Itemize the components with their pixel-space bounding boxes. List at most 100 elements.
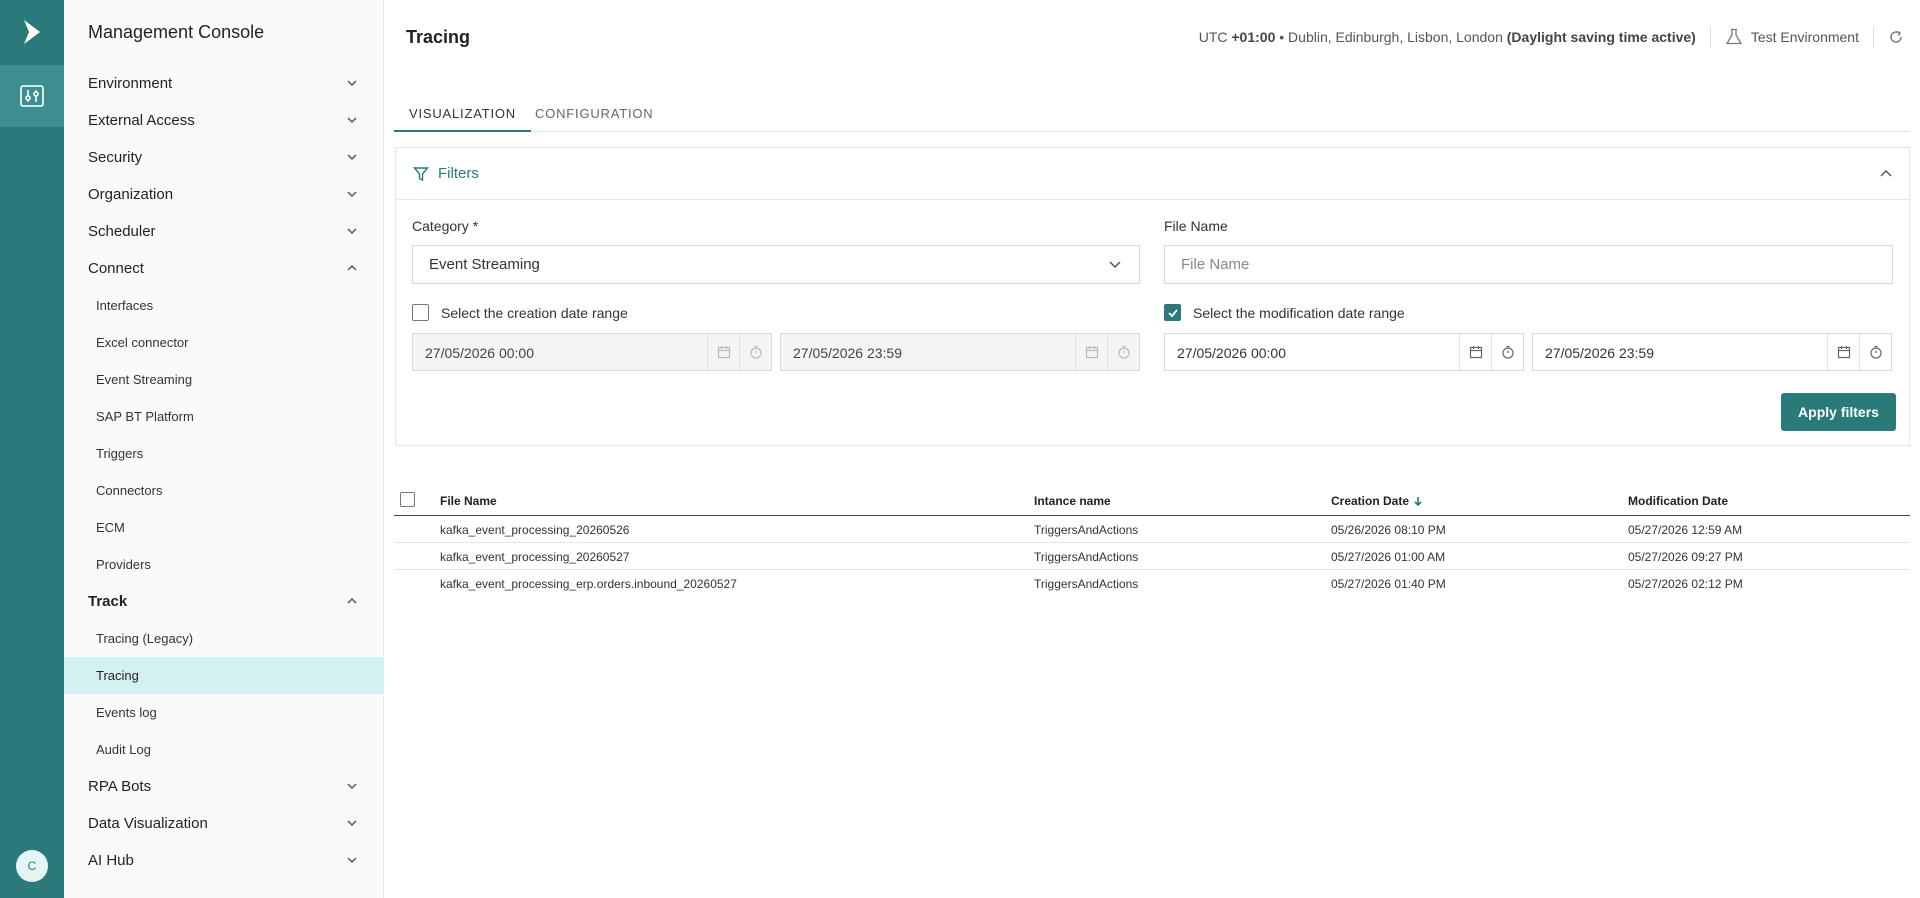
sidebar-item-label: Security: [88, 149, 143, 166]
header-status: UTC +01:00 • Dublin, Edinburgh, Lisbon, …: [1199, 25, 1904, 49]
sidebar-item-data-visualization[interactable]: Data Visualization: [64, 805, 384, 842]
modification-from-field[interactable]: 27/05/2026 00:00: [1164, 333, 1524, 371]
sidebar-item-rpa-bots[interactable]: RPA Bots: [64, 768, 384, 805]
sidebar-item-external-access[interactable]: External Access: [64, 102, 384, 139]
chevron-up-icon[interactable]: [1879, 168, 1893, 180]
sidebar-item-label: External Access: [88, 112, 195, 129]
sidebar-item-label: RPA Bots: [88, 778, 152, 795]
rail-nav-management[interactable]: [0, 65, 64, 127]
sliders-icon: [20, 85, 44, 107]
sidebar-subitem-tracing-legacy[interactable]: Tracing (Legacy): [64, 620, 384, 657]
tab-visualization[interactable]: VISUALIZATION: [394, 100, 531, 132]
cell-creation-date: 05/26/2026 08:10 PM: [1331, 523, 1446, 537]
chevron-down-icon: [347, 820, 357, 827]
creation-to-value: 27/05/2026 23:59: [793, 345, 902, 361]
chevron-down-icon: [1109, 261, 1121, 269]
sidebar-subitem-excel-connector[interactable]: Excel connector: [64, 324, 384, 361]
sidebar-subitem-label: Event Streaming: [96, 372, 193, 387]
column-header-modification-date[interactable]: Modification Date: [1628, 494, 1728, 508]
user-avatar[interactable]: C: [16, 850, 48, 882]
modification-range-label: Select the modification date range: [1193, 305, 1405, 321]
tab-configuration[interactable]: CONFIGURATION: [520, 100, 669, 132]
creation-to-field[interactable]: 27/05/2026 23:59: [780, 333, 1140, 371]
sidebar-item-ai-hub[interactable]: AI Hub: [64, 842, 384, 879]
creation-range-label: Select the creation date range: [441, 305, 628, 321]
sidebar-subitem-triggers[interactable]: Triggers: [64, 435, 384, 472]
filter-icon: [413, 167, 429, 182]
sidebar-subitem-label: Triggers: [96, 446, 144, 461]
app-rail: C: [0, 0, 64, 898]
filters-title: Filters: [438, 165, 479, 182]
sidebar-item-environment[interactable]: Environment: [64, 65, 384, 102]
column-header-file-name[interactable]: File Name: [440, 494, 497, 508]
calendar-icon[interactable]: [1827, 334, 1859, 370]
select-all-checkbox[interactable]: [400, 492, 415, 507]
sidebar-subitem-events-log[interactable]: Events log: [64, 694, 384, 731]
sidebar-item-label: Track: [88, 593, 128, 610]
filters-panel: Filters Category * Event Streaming File …: [395, 147, 1910, 446]
environment-label[interactable]: Test Environment: [1751, 29, 1859, 45]
column-header-label: Creation Date: [1331, 494, 1410, 508]
sidebar-subitem-audit-log[interactable]: Audit Log: [64, 731, 384, 768]
category-label: Category *: [412, 218, 479, 234]
calendar-icon[interactable]: [1459, 334, 1491, 370]
creation-range-checkbox[interactable]: [412, 304, 429, 321]
stopwatch-icon[interactable]: [739, 334, 771, 370]
tab-bar: VISUALIZATION CONFIGURATION: [394, 100, 1910, 132]
chevron-down-icon: [347, 191, 357, 198]
calendar-icon[interactable]: [707, 334, 739, 370]
sidebar-item-label: Environment: [88, 75, 173, 92]
refresh-icon[interactable]: [1888, 29, 1904, 45]
sidebar-subitem-sap-bt-platform[interactable]: SAP BT Platform: [64, 398, 384, 435]
modification-range-checkbox[interactable]: [1164, 304, 1181, 321]
file-name-input[interactable]: [1164, 245, 1893, 284]
sidebar-subitem-label: Connectors: [96, 483, 163, 498]
sidebar-item-label: Organization: [88, 186, 174, 203]
table-row[interactable]: kafka_event_processing_20260526 Triggers…: [394, 516, 1910, 543]
cell-creation-date: 05/27/2026 01:00 AM: [1331, 550, 1446, 564]
divider: [1709, 26, 1711, 48]
file-name-label: File Name: [1164, 218, 1228, 234]
sidebar-item-organization[interactable]: Organization: [64, 176, 384, 213]
sidebar-subitem-connectors[interactable]: Connectors: [64, 472, 384, 509]
sidebar-subitem-label: Excel connector: [96, 335, 189, 350]
chevron-down-icon: [347, 783, 357, 790]
cell-modification-date: 05/27/2026 12:59 AM: [1628, 523, 1743, 537]
table-row[interactable]: kafka_event_processing_20260527 Triggers…: [394, 543, 1910, 570]
sidebar-subitem-ecm[interactable]: ECM: [64, 509, 384, 546]
sidebar-subitem-interfaces[interactable]: Interfaces: [64, 287, 384, 324]
sidebar-subitem-tracing[interactable]: Tracing: [64, 657, 384, 694]
column-header-creation-date[interactable]: Creation Date: [1331, 494, 1423, 508]
sidebar-item-label: Scheduler: [88, 223, 156, 240]
stopwatch-icon[interactable]: [1107, 334, 1139, 370]
table-row[interactable]: kafka_event_processing_erp.orders.inboun…: [394, 570, 1910, 597]
checkmark-icon: [1168, 309, 1178, 318]
sidebar-item-track[interactable]: Track: [64, 583, 384, 620]
sidebar-subitem-event-streaming[interactable]: Event Streaming: [64, 361, 384, 398]
column-header-instance-name[interactable]: Intance name: [1034, 494, 1111, 508]
chevron-up-icon: [347, 264, 357, 271]
calendar-icon[interactable]: [1075, 334, 1107, 370]
sidebar-subitem-label: Interfaces: [96, 298, 154, 313]
sidebar-subitem-label: SAP BT Platform: [96, 409, 194, 424]
category-select[interactable]: Event Streaming: [412, 245, 1140, 284]
filters-header[interactable]: Filters: [396, 148, 1909, 200]
divider: [1873, 26, 1874, 48]
arrow-down-icon: [1414, 497, 1422, 507]
app-title: Management Console: [88, 22, 265, 42]
sidebar-item-scheduler[interactable]: Scheduler: [64, 213, 384, 250]
apply-filters-button[interactable]: Apply filters: [1781, 393, 1896, 431]
creation-from-field[interactable]: 27/05/2026 00:00: [412, 333, 772, 371]
creation-from-value: 27/05/2026 00:00: [425, 345, 534, 361]
sidebar-item-security[interactable]: Security: [64, 139, 384, 176]
timezone-prefix: UTC: [1198, 29, 1228, 45]
sidebar-item-label: Connect: [88, 260, 144, 277]
play-arrow-icon[interactable]: [20, 18, 44, 46]
sidebar-item-connect[interactable]: Connect: [64, 250, 384, 287]
stopwatch-icon[interactable]: [1859, 334, 1891, 370]
sidebar-subitem-label: Events log: [96, 705, 157, 720]
sidebar-subitem-providers[interactable]: Providers: [64, 546, 384, 583]
modification-to-field[interactable]: 27/05/2026 23:59: [1532, 333, 1892, 371]
stopwatch-icon[interactable]: [1491, 334, 1523, 370]
timezone-offset: +01:00: [1231, 29, 1276, 45]
